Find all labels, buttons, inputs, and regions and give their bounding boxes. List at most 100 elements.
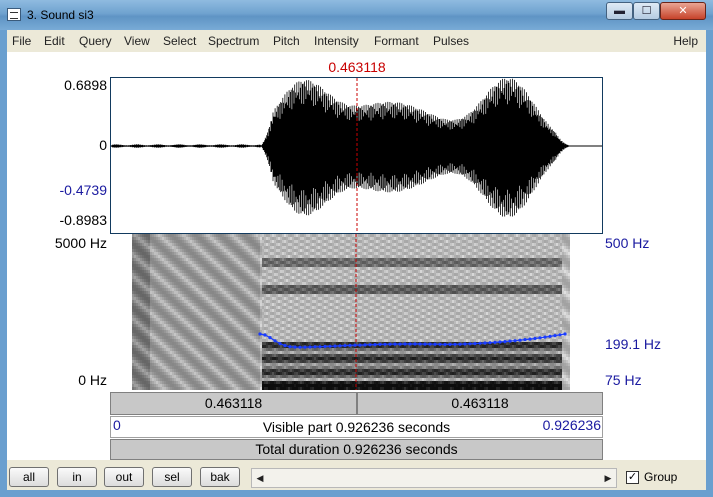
menu-formant[interactable]: Formant	[374, 34, 419, 48]
pitch-point	[398, 342, 402, 346]
sound-editor-view[interactable]: 0.463118 0.6898 0 -0.4739 -0.8983 5000 H…	[7, 52, 706, 460]
pitch-point	[378, 342, 382, 346]
pitch-point	[518, 338, 522, 342]
pitch-point	[373, 343, 377, 347]
pitch-point	[468, 342, 472, 346]
maximize-button[interactable]: ☐	[633, 2, 660, 20]
pitch-point	[443, 342, 447, 346]
waveform-panel[interactable]	[110, 77, 603, 234]
pitch-point	[363, 343, 367, 347]
pitch-point	[333, 344, 337, 348]
pitch-point	[313, 345, 317, 349]
pitch-point	[503, 340, 507, 344]
menu-pulses[interactable]: Pulses	[433, 34, 469, 48]
menu-pitch[interactable]: Pitch	[273, 34, 300, 48]
pitch-point	[413, 342, 417, 346]
pitch-point	[383, 342, 387, 346]
time-scrollbar[interactable]: ◀ ▶	[251, 468, 617, 488]
spectrogram-columns	[132, 234, 570, 390]
scroll-left-arrow-icon[interactable]: ◀	[252, 469, 268, 487]
pitch-point	[508, 339, 512, 343]
pitch-point	[348, 343, 352, 347]
menu-intensity[interactable]: Intensity	[314, 34, 359, 48]
pitch-point	[498, 340, 502, 344]
wave-ymax-label: 0.6898	[64, 77, 107, 93]
group-label: Group	[644, 470, 678, 484]
pitch-point	[328, 344, 332, 348]
app-icon	[7, 8, 21, 21]
menu-file[interactable]: File	[12, 34, 31, 48]
group-checkbox[interactable]: ✓	[626, 471, 639, 484]
zoom-all-button[interactable]: all	[9, 467, 49, 487]
total-duration-bar[interactable]: Total duration 0.926236 seconds	[110, 439, 603, 460]
menu-view[interactable]: View	[124, 34, 150, 48]
pitch-point	[283, 344, 287, 348]
scroll-right-arrow-icon[interactable]: ▶	[600, 469, 616, 487]
pitch-point	[553, 334, 557, 338]
visible-end-label: 0.926236	[542, 417, 601, 433]
pitch-top-label: 500 Hz	[605, 235, 650, 251]
pitch-point	[408, 342, 412, 346]
waveform-trace	[111, 78, 601, 217]
pitch-point	[293, 345, 297, 349]
pitch-point	[463, 342, 467, 346]
menu-help[interactable]: Help	[673, 34, 698, 48]
spectrogram-plot	[110, 234, 603, 390]
pitch-point	[258, 332, 262, 336]
pitch-point	[263, 333, 267, 337]
selection-start-bar[interactable]: 0.463118	[110, 392, 357, 415]
waveform-plot	[111, 78, 602, 233]
pitch-point	[308, 345, 312, 349]
menu-edit[interactable]: Edit	[44, 34, 65, 48]
spec-freq-bottom-label: 0 Hz	[78, 372, 107, 388]
zoom-sel-button[interactable]: sel	[152, 467, 192, 487]
pitch-point	[548, 334, 552, 338]
client-area: File Edit Query View Select Spectrum Pit…	[7, 30, 706, 490]
pitch-point	[533, 336, 537, 341]
pitch-point	[433, 342, 437, 346]
pitch-point	[453, 342, 457, 346]
wave-zero-label: 0	[99, 137, 107, 153]
pitch-point	[458, 342, 462, 346]
pitch-point	[388, 342, 392, 346]
pitch-point	[448, 342, 452, 346]
pitch-point	[523, 338, 527, 342]
wave-cursor-value-label: -0.4739	[59, 182, 107, 198]
zoom-in-button[interactable]: in	[57, 467, 97, 487]
title-bar[interactable]: 3. Sound si3 ▬ ☐ ✕	[0, 0, 713, 30]
cursor-time-label: 0.463118	[328, 59, 386, 75]
pitch-point	[563, 332, 567, 336]
menu-select[interactable]: Select	[163, 34, 196, 48]
minimize-button[interactable]: ▬	[606, 2, 633, 20]
window-title: 3. Sound si3	[27, 8, 94, 22]
pitch-point	[303, 345, 307, 349]
pitch-point	[403, 342, 407, 346]
pitch-point	[268, 336, 272, 340]
zoom-back-button[interactable]: bak	[200, 467, 240, 487]
praat-sound-window: 3. Sound si3 ▬ ☐ ✕ File Edit Query View …	[0, 0, 713, 497]
pitch-point	[288, 345, 292, 349]
close-button[interactable]: ✕	[660, 2, 706, 20]
spec-freq-top-label: 5000 Hz	[54, 235, 107, 251]
pitch-point	[473, 342, 477, 346]
spectrogram-panel[interactable]	[110, 234, 603, 390]
pitch-point	[423, 342, 427, 346]
visible-start-label: 0	[113, 417, 121, 433]
pitch-point	[543, 335, 547, 339]
selection-end-bar[interactable]: 0.463118	[357, 392, 603, 415]
menu-query[interactable]: Query	[79, 34, 112, 48]
pitch-point	[558, 333, 562, 337]
pitch-point	[483, 341, 487, 345]
pitch-point	[278, 342, 282, 346]
pitch-point	[513, 339, 517, 343]
pitch-value-label: 199.1 Hz	[605, 336, 662, 352]
pitch-bottom-label: 75 Hz	[605, 372, 642, 388]
menu-spectrum[interactable]: Spectrum	[208, 34, 259, 48]
pitch-point	[343, 344, 347, 348]
pitch-point	[493, 340, 497, 344]
pitch-point	[353, 343, 357, 347]
pitch-point	[528, 337, 532, 341]
zoom-out-button[interactable]: out	[104, 467, 144, 487]
pitch-point	[298, 345, 302, 349]
pitch-point	[368, 343, 372, 347]
